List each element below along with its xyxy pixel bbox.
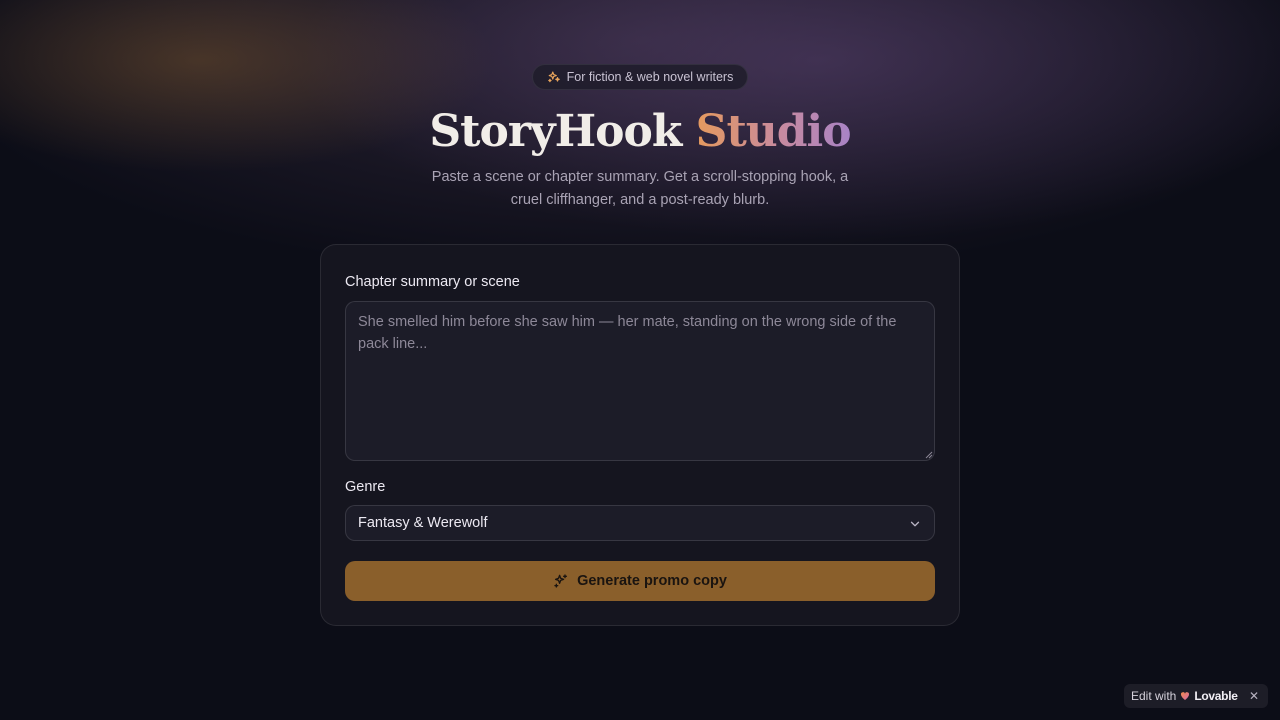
audience-badge: For fiction & web novel writers (532, 64, 748, 90)
summary-textarea[interactable] (345, 301, 935, 461)
summary-label: Chapter summary or scene (345, 274, 520, 290)
page-title-accent: Studio (695, 106, 852, 157)
page-subtitle: Paste a scene or chapter summary. Get a … (431, 169, 849, 208)
edit-with-lovable-badge[interactable]: Edit with Lovable ✕ (1124, 684, 1268, 708)
promo-form-card: Chapter summary or scene Genre Fantasy &… (320, 244, 960, 626)
generate-button[interactable]: Generate promo copy (345, 561, 935, 601)
page: For fiction & web novel writers StoryHoo… (0, 0, 1280, 720)
close-icon[interactable]: ✕ (1247, 689, 1261, 703)
generate-button-label: Generate promo copy (577, 573, 727, 589)
genre-select-value: Fantasy & Werewolf (358, 515, 488, 531)
sparkles-icon (547, 71, 560, 83)
resize-grip-icon[interactable] (925, 451, 933, 459)
lovable-heart-icon (1181, 692, 1190, 700)
page-title-main: StoryHook (429, 106, 682, 157)
sparkles-icon (554, 574, 568, 588)
audience-badge-label: For fiction & web novel writers (566, 70, 734, 84)
genre-label: Genre (345, 479, 386, 495)
chevron-down-icon (910, 521, 920, 527)
genre-select[interactable]: Fantasy & Werewolf (345, 505, 935, 541)
lovable-brand: Lovable (1194, 689, 1238, 703)
page-title: StoryHook Studio (0, 104, 1280, 160)
lovable-badge-prefix: Edit with (1131, 689, 1177, 703)
